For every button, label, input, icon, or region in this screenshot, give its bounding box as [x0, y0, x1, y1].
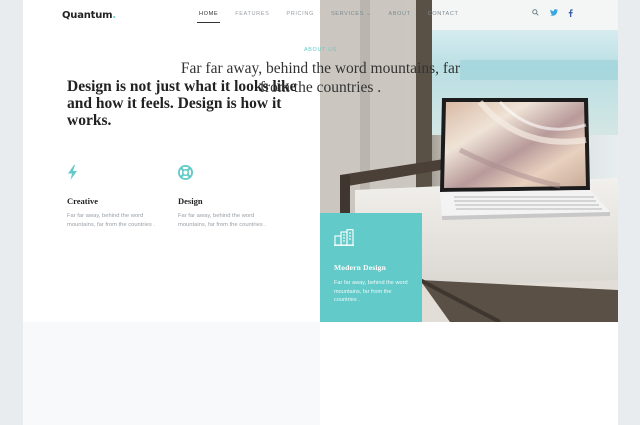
nav-home[interactable]: HOME	[196, 11, 221, 23]
buildings-icon	[334, 229, 354, 250]
feature-title: Design	[178, 196, 203, 206]
about-section	[23, 322, 618, 425]
brand-name: Quantum	[62, 10, 113, 21]
nav-about[interactable]: ABOUT	[388, 11, 410, 17]
feature-creative: Creative Far far away, behind the word m…	[67, 165, 177, 230]
highlight-text: Far far away, behind the word mountains,…	[334, 280, 408, 303]
about-label: ABOUT US	[303, 47, 338, 53]
feature-title: Creative	[67, 196, 98, 206]
nav-services[interactable]: SERVICES ⌄	[331, 11, 371, 17]
lightning-icon	[67, 165, 177, 183]
lifebuoy-icon	[178, 165, 288, 183]
nav-pricing[interactable]: PRICING	[286, 11, 314, 17]
brand-dot: .	[112, 10, 117, 21]
feature-text: Far far away, behind the word mountains,…	[178, 213, 266, 228]
highlight-title: Modern Design	[334, 263, 386, 272]
main-nav: HOME FEATURES PRICING SERVICES ⌄ ABOUT C…	[196, 11, 475, 23]
nav-features[interactable]: FEATURES	[235, 11, 269, 17]
feature-design: Design Far far away, behind the word mou…	[178, 165, 288, 230]
search-icon[interactable]	[532, 9, 539, 18]
page-frame: Quantum. HOME FEATURES PRICING SERVICES …	[23, 0, 618, 425]
brand-logo[interactable]: Quantum.	[62, 10, 116, 21]
about-left-bg	[23, 322, 320, 425]
nav-contact[interactable]: CONTACT	[428, 11, 459, 17]
feature-text: Far far away, behind the word mountains,…	[67, 213, 155, 228]
about-heading: Far far away, behind the word mountains,…	[180, 60, 461, 96]
facebook-icon[interactable]	[568, 9, 573, 19]
highlight-card: Modern Design Far far away, behind the w…	[320, 213, 422, 322]
twitter-icon[interactable]	[550, 9, 558, 18]
site-header: Quantum. HOME FEATURES PRICING SERVICES …	[23, 0, 618, 32]
